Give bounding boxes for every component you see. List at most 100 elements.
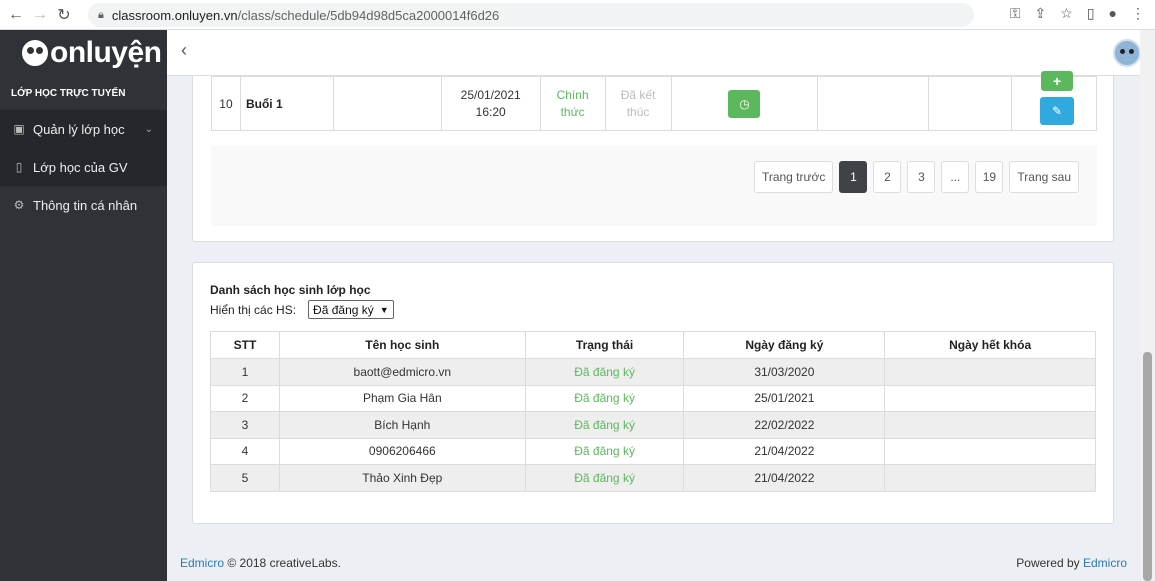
page-footer: Edmicro © 2018 creativeLabs. Powered by … [167, 545, 1140, 581]
browser-toolbar: ← → ↻ 🔒︎ classroom.onluyen.vn/class/sche… [0, 0, 1155, 30]
footer-powered: Powered by Edmicro [1016, 556, 1127, 570]
cell-registered: 22/02/2022 [683, 411, 886, 439]
footer-copyright: Edmicro © 2018 creativeLabs. [180, 556, 341, 570]
logo-text: onluyện [50, 36, 162, 69]
cell-name: baott@edmicro.vn [278, 358, 526, 386]
cell-registered: 31/03/2020 [683, 358, 886, 386]
address-bar[interactable]: 🔒︎ classroom.onluyen.vn/class/schedule/5… [88, 3, 974, 27]
sidebar-item-class-management[interactable]: ▣ Quản lý lớp học ⌄ [0, 110, 167, 148]
back-arrow-icon[interactable]: ← [4, 3, 28, 27]
scrollbar-thumb[interactable] [1143, 352, 1152, 581]
cell-expires [884, 437, 1096, 465]
empty-cell [928, 76, 1013, 131]
cell-expires [884, 358, 1096, 386]
schedule-panel: 10 Buổi 1 25/01/2021 16:20 Chính thức Đã… [192, 71, 1114, 242]
column-header: Trạng thái [524, 331, 685, 359]
filter-select[interactable]: Đã đăng ký ▼ [308, 300, 394, 319]
action-cell: ◷ [670, 76, 819, 131]
share-icon[interactable]: ⇪ [1035, 5, 1047, 22]
cell-registered: 25/01/2021 [683, 384, 886, 412]
page-scrollbar[interactable] [1140, 30, 1155, 581]
table-row: 4 0906206466 Đã đăng ký 21/04/2022 [210, 437, 1096, 465]
cell-status: Đã đăng ký [524, 411, 685, 439]
plus-icon: + [1052, 73, 1062, 89]
column-header: STT [210, 331, 280, 359]
sidebar-item-label: Lớp học của GV [33, 159, 128, 175]
side-panel-icon[interactable]: ▯ [1087, 5, 1095, 22]
add-button[interactable]: + [1041, 71, 1074, 91]
students-table: STT Tên học sinh Trạng thái Ngày đăng ký… [210, 331, 1096, 492]
empty-cell [817, 76, 930, 131]
sidebar-item-profile[interactable]: ⚙ Thông tin cá nhân [0, 186, 167, 224]
session-type: Chính thức [539, 76, 606, 131]
user-avatar[interactable] [1113, 39, 1141, 67]
cell-expires [884, 384, 1096, 412]
cell-expires [884, 464, 1096, 492]
next-page-button[interactable]: Trang sau [1009, 161, 1079, 193]
clock-button[interactable]: ◷ [728, 89, 761, 118]
bookmark-star-icon[interactable]: ☆ [1060, 5, 1073, 22]
lock-icon: 🔒︎ [98, 8, 104, 21]
cell-expires [884, 411, 1096, 439]
table-row: 2 Phạm Gia Hân Đã đăng ký 25/01/2021 [210, 384, 1096, 412]
cell-stt: 4 [210, 437, 280, 465]
chevron-left-icon[interactable]: ‹ [181, 40, 187, 61]
cell-name: Phạm Gia Hân [278, 384, 526, 412]
page-button-3[interactable]: 3 [907, 161, 936, 193]
cell-status: Đã đăng ký [524, 384, 685, 412]
students-filter: Hiển thị các HS: Đã đăng ký ▼ [210, 300, 394, 319]
cell-stt: 3 [210, 411, 280, 439]
edit-button[interactable]: ✎ [1040, 97, 1075, 125]
students-panel: Danh sách học sinh lớp học Hiển thị các … [192, 262, 1114, 524]
cell-registered: 21/04/2022 [683, 437, 886, 465]
column-header: Ngày đăng ký [683, 331, 886, 359]
empty-cell [332, 76, 442, 131]
sidebar-section-title: LỚP HỌC TRỰC TUYẾN [11, 87, 126, 99]
sidebar-item-label: Thông tin cá nhân [33, 197, 138, 213]
edit-cell: + ✎ [1011, 71, 1097, 131]
page-button-19[interactable]: 19 [975, 161, 1004, 193]
table-row: 3 Bích Hạnh Đã đăng ký 22/02/2022 [210, 411, 1096, 439]
edit-icon: ✎ [1052, 104, 1063, 118]
gear-icon: ⚙ [13, 198, 25, 212]
cell-registered: 21/04/2022 [683, 464, 886, 492]
table-row: 5 Thảo Xinh Đẹp Đã đăng ký 21/04/2022 [210, 464, 1096, 492]
brand-logo[interactable]: onluyện [0, 30, 167, 76]
cell-status: Đã đăng ký [524, 437, 685, 465]
sidebar-item-label: Quản lý lớp học [33, 121, 125, 137]
cell-name: 0906206466 [278, 437, 526, 465]
pagination: Trang trước 1 2 3 ... 19 Trang sau [753, 161, 1079, 193]
forward-arrow-icon[interactable]: → [28, 3, 52, 27]
prev-page-button[interactable]: Trang trước [753, 161, 834, 193]
menu-dots-icon[interactable]: ⋮ [1131, 5, 1145, 22]
profile-avatar-icon[interactable]: ● [1109, 5, 1117, 22]
page-button-1[interactable]: 1 [839, 161, 868, 193]
briefcase-icon: ▣ [13, 122, 25, 136]
filter-label: Hiển thị các HS: [210, 302, 297, 317]
owl-logo-icon [22, 40, 48, 66]
session-datetime: 25/01/2021 16:20 [440, 76, 541, 131]
page-button-2[interactable]: 2 [873, 161, 902, 193]
reload-icon[interactable]: ↻ [52, 3, 76, 27]
top-bar: ‹ [167, 30, 1155, 76]
cell-status: Đã đăng ký [524, 464, 685, 492]
schedule-table: 10 Buổi 1 25/01/2021 16:20 Chính thức Đã… [211, 71, 1097, 131]
column-header: Ngày hết khóa [884, 331, 1096, 359]
sidebar-item-teacher-classes[interactable]: ▯ Lớp học của GV [0, 148, 167, 186]
page-ellipsis: ... [941, 161, 970, 193]
column-header: Tên học sinh [278, 331, 526, 359]
key-icon[interactable]: ⚿ [1010, 5, 1021, 22]
table-header-row: STT Tên học sinh Trạng thái Ngày đăng ký… [210, 331, 1096, 359]
row-index: 10 [211, 76, 241, 131]
chevron-down-icon: ▼ [379, 304, 389, 315]
cell-stt: 2 [210, 384, 280, 412]
cell-name: Thảo Xinh Đẹp [278, 464, 526, 492]
url-text: classroom.onluyen.vn/class/schedule/5db9… [111, 7, 500, 23]
pagination-area: Trang trước 1 2 3 ... 19 Trang sau [211, 146, 1097, 226]
clock-icon: ◷ [739, 96, 750, 111]
footer-powered-link[interactable]: Edmicro [1083, 556, 1127, 570]
book-icon: ▯ [15, 160, 23, 174]
footer-brand-link[interactable]: Edmicro [180, 556, 224, 570]
session-status: Đã kết thúc [604, 76, 672, 131]
students-title: Danh sách học sinh lớp học [210, 283, 371, 297]
